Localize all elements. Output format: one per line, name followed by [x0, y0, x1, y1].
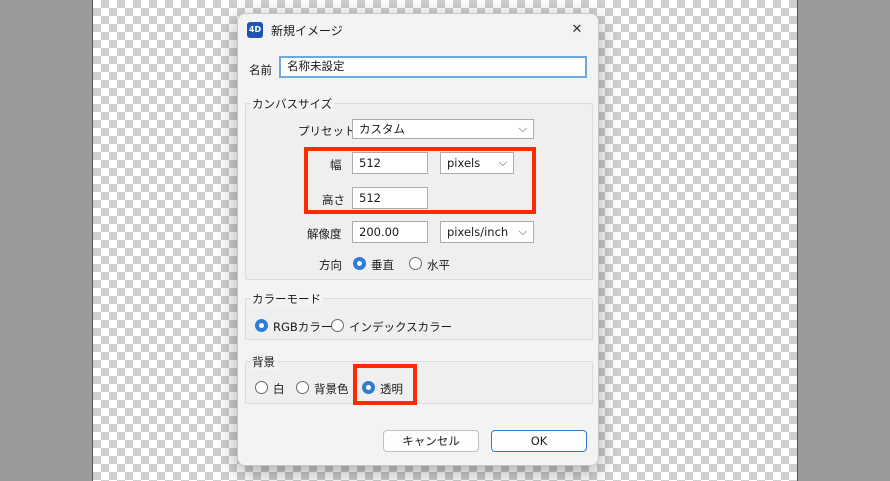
indexed-color-radio[interactable] [331, 319, 344, 332]
preset-label: プリセット [298, 124, 356, 138]
close-icon[interactable]: ✕ [564, 18, 590, 42]
cancel-button[interactable]: キャンセル [383, 430, 479, 452]
highlight-transparent-box [353, 364, 417, 405]
highlight-size-box [304, 147, 536, 214]
ok-button[interactable]: OK [491, 430, 587, 452]
rgb-color-radio[interactable] [255, 319, 268, 332]
background-group-title: 背景 [250, 354, 277, 370]
indexed-color-label[interactable]: インデックスカラー [349, 319, 452, 335]
preset-select[interactable]: カスタム ⌵ [352, 119, 534, 139]
resolution-label: 解像度 [307, 227, 342, 241]
orientation-label: 方向 [319, 258, 342, 272]
rgb-color-label[interactable]: RGBカラー [273, 319, 332, 335]
background-white-label[interactable]: 白 [273, 381, 285, 397]
resolution-unit-value: pixels/inch [447, 225, 509, 239]
chevron-down-icon: ⌵ [518, 225, 527, 238]
orientation-vertical-radio[interactable] [353, 257, 366, 270]
orientation-horizontal-label[interactable]: 水平 [427, 257, 450, 273]
resolution-unit-select[interactable]: pixels/inch ⌵ [440, 221, 534, 243]
chevron-down-icon: ⌵ [518, 122, 527, 135]
background-color-radio[interactable] [296, 381, 309, 394]
resolution-input[interactable]: 200.00 [352, 221, 428, 243]
name-input[interactable]: 名称未設定 [279, 56, 587, 78]
dialog-title: 新規イメージ [271, 24, 343, 38]
orientation-vertical-label[interactable]: 垂直 [371, 257, 394, 273]
name-label: 名前 [249, 63, 272, 77]
background-white-radio[interactable] [255, 381, 268, 394]
background-color-label[interactable]: 背景色 [314, 381, 349, 397]
orientation-horizontal-radio[interactable] [409, 257, 422, 270]
canvas-size-group-title: カンバスサイズ [250, 96, 335, 112]
app-4d-icon: 4D [247, 22, 263, 38]
color-mode-group-title: カラーモード [250, 291, 323, 307]
new-image-dialog: 4D 新規イメージ ✕ 名前 名称未設定 カンバスサイズ プリセット カスタム … [237, 13, 599, 466]
preset-value: カスタム [359, 122, 405, 136]
title-bar: 4D 新規イメージ ✕ [238, 14, 598, 46]
